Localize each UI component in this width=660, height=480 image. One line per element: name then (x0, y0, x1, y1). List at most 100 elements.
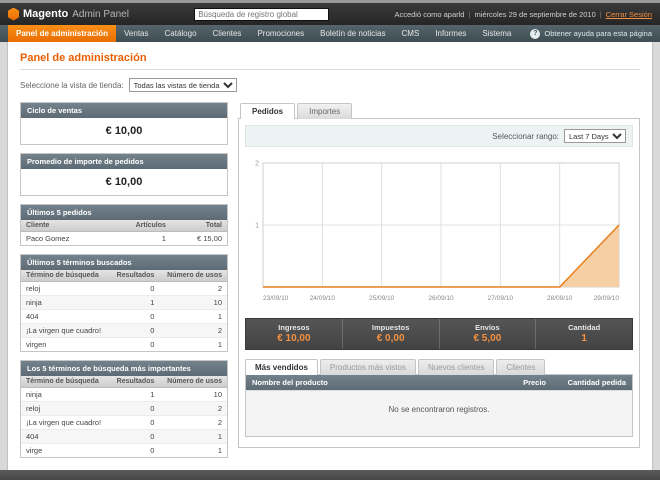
col-header-resultados: Resultados (109, 376, 160, 388)
chart-tabs: Pedidos Importes (240, 102, 640, 119)
cell: 1 (109, 387, 160, 402)
empty-message: No se encontraron registros. (246, 390, 632, 436)
main-nav: Panel de administración Ventas Catálogo … (0, 25, 660, 42)
admin-header: Magento Admin Panel Accedió como aparld … (0, 3, 660, 25)
last-orders-table: Cliente Artículos Total Paco Gomez 1 € 15,… (21, 220, 227, 245)
cell: 404 (21, 429, 110, 444)
cell: virgen (21, 337, 110, 351)
brand-suffix: Admin Panel (72, 8, 129, 20)
table-row[interactable]: virge 0 1 (21, 443, 227, 457)
nav-item-promociones[interactable]: Promociones (249, 25, 312, 42)
col-header-termino: Término de búsqueda (21, 376, 110, 388)
nav-item-sistema[interactable]: Sistema (474, 25, 519, 42)
stat-label: Cantidad (568, 323, 601, 332)
cell: 1 (159, 309, 227, 324)
table-row[interactable]: ninja 1 10 (21, 295, 227, 310)
svg-text:1: 1 (255, 223, 259, 230)
cell: 10 (159, 295, 227, 310)
table-row[interactable]: 404 0 1 (21, 309, 227, 324)
nav-item-catalogo[interactable]: Catálogo (157, 25, 205, 42)
section-title: Últimos 5 términos buscados (27, 258, 132, 267)
table-row[interactable]: reloj 0 2 (21, 281, 227, 296)
nav-item-dashboard[interactable]: Panel de administración (8, 25, 117, 42)
cell: 0 (109, 401, 160, 416)
svg-text:2: 2 (255, 161, 259, 168)
dashboard-columns: Ciclo de ventas € 10,00 Promedio de impo… (20, 102, 640, 458)
top-search-table: Término de búsqueda Resultados Número de… (21, 376, 227, 457)
stat-value: € 10,00 (277, 333, 311, 344)
store-view-select[interactable]: Todas las vistas de tienda (128, 78, 237, 92)
table-row[interactable]: virgen 0 1 (21, 337, 227, 351)
lifetime-sales-value: € 10,00 (105, 125, 143, 137)
nav-item-informes[interactable]: Informes (427, 25, 474, 42)
nav-item-boletin[interactable]: Boletín de noticias (312, 25, 393, 42)
cell: 2 (159, 401, 227, 416)
cell: € 15,00 (170, 231, 227, 245)
col-header-cliente: Cliente (21, 220, 107, 232)
top-search-terms-panel: Los 5 términos de búsqueda más important… (20, 360, 228, 458)
col-header-precio: Precio (523, 378, 546, 387)
stat-envios: Envíos € 5,00 (438, 319, 536, 349)
col-header-cantidad: Cantidad pedida (567, 378, 626, 387)
dashboard-left-column: Ciclo de ventas € 10,00 Promedio de impo… (20, 102, 228, 458)
table-row[interactable]: Paco Gomez 1 € 15,00 (21, 231, 227, 245)
stat-label: Envíos (475, 323, 500, 332)
separator: | (599, 9, 602, 19)
tab-mas-vendidos[interactable]: Más vendidos (245, 359, 318, 375)
section-header-average: Promedio de importe de pedidos (21, 154, 227, 169)
nav-item-cms[interactable]: CMS (394, 25, 428, 42)
average-orders-value: € 10,00 (105, 176, 143, 188)
cell: 0 (109, 323, 160, 338)
bestsellers-tabs: Más vendidos Productos más vistos Nuevos… (245, 358, 633, 375)
orders-panel: Seleccionar rango: Last 7 Days 1 2 23/09/1… (238, 118, 640, 448)
last-search-body: reloj 0 2 ninja 1 10 404 0 1 ¡La virgen que cuadr… (21, 281, 227, 351)
section-title: Promedio de importe de pedidos (27, 157, 144, 166)
average-orders-panel: Promedio de importe de pedidos € 10,00 (20, 153, 228, 196)
table-row[interactable]: ¡La virgen que cuadro! 0 2 (21, 323, 227, 338)
svg-text:27/09/10: 27/09/10 (488, 295, 514, 302)
cell: 2 (159, 323, 227, 338)
col-header-producto: Nombre del producto (252, 378, 328, 387)
section-title: Últimos 5 pedidos (27, 208, 92, 217)
section-header-last-orders: Últimos 5 pedidos (21, 205, 227, 220)
table-row[interactable]: 404 0 1 (21, 429, 227, 444)
table-row[interactable]: ¡La virgen que cuadro! 0 2 (21, 415, 227, 430)
logged-in-as: Accedió como aparld (394, 9, 465, 19)
cell: Paco Gomez (21, 231, 107, 245)
stat-label: Ingresos (278, 323, 310, 332)
table-row[interactable]: ninja 1 10 (21, 387, 227, 402)
chart-canvas: 1 2 23/09/10 24/09/10 25/09/10 26/09/10 27/09/… (255, 161, 620, 302)
range-select[interactable]: Last 7 Days (564, 129, 626, 143)
logout-link[interactable]: Cerrar Sesión (606, 10, 652, 19)
col-header-resultados: Resultados (109, 270, 160, 282)
window-bottom-edge (0, 470, 660, 480)
browser-frame: Magento Admin Panel Accedió como aparld … (0, 0, 660, 480)
nav-item-clientes[interactable]: Clientes (205, 25, 250, 42)
nav-item-ventas[interactable]: Ventas (116, 25, 156, 42)
tab-clientes[interactable]: Clientes (496, 359, 546, 375)
tab-productos-mas-vistos[interactable]: Productos más vistos (319, 359, 416, 375)
top-search-body: ninja 1 10 reloj 0 2 ¡La virgen que cuadro! 0 2 4… (21, 387, 227, 457)
stat-cantidad: Cantidad 1 (535, 319, 632, 349)
cell: ninja (21, 295, 110, 310)
table-row[interactable]: reloj 0 2 (21, 401, 227, 416)
global-search-input[interactable] (194, 7, 330, 21)
cell: virge (21, 443, 110, 457)
cell: 1 (106, 231, 171, 245)
cell: 1 (159, 443, 227, 457)
tab-nuevos-clientes[interactable]: Nuevos clientes (417, 359, 495, 375)
section-header-top-search: Los 5 términos de búsqueda más important… (21, 361, 227, 376)
session-info: Accedió como aparld | miércoles 29 de se… (394, 10, 652, 19)
cell: 2 (159, 281, 227, 296)
help-link[interactable]: ? Obtener ayuda para esta página (530, 25, 652, 42)
store-view-label: Seleccione la vista de tienda: (20, 80, 124, 90)
header-date: miércoles 29 de septiembre de 2010 (474, 9, 596, 19)
stat-value: € 5,00 (473, 333, 502, 344)
cell: 0 (109, 429, 160, 444)
cell: 0 (109, 337, 160, 351)
cell: ninja (21, 387, 110, 402)
tab-pedidos[interactable]: Pedidos (240, 103, 296, 119)
section-header-lifetime: Ciclo de ventas (21, 103, 227, 118)
tab-importes[interactable]: Importes (297, 103, 353, 119)
cell: 1 (159, 337, 227, 351)
